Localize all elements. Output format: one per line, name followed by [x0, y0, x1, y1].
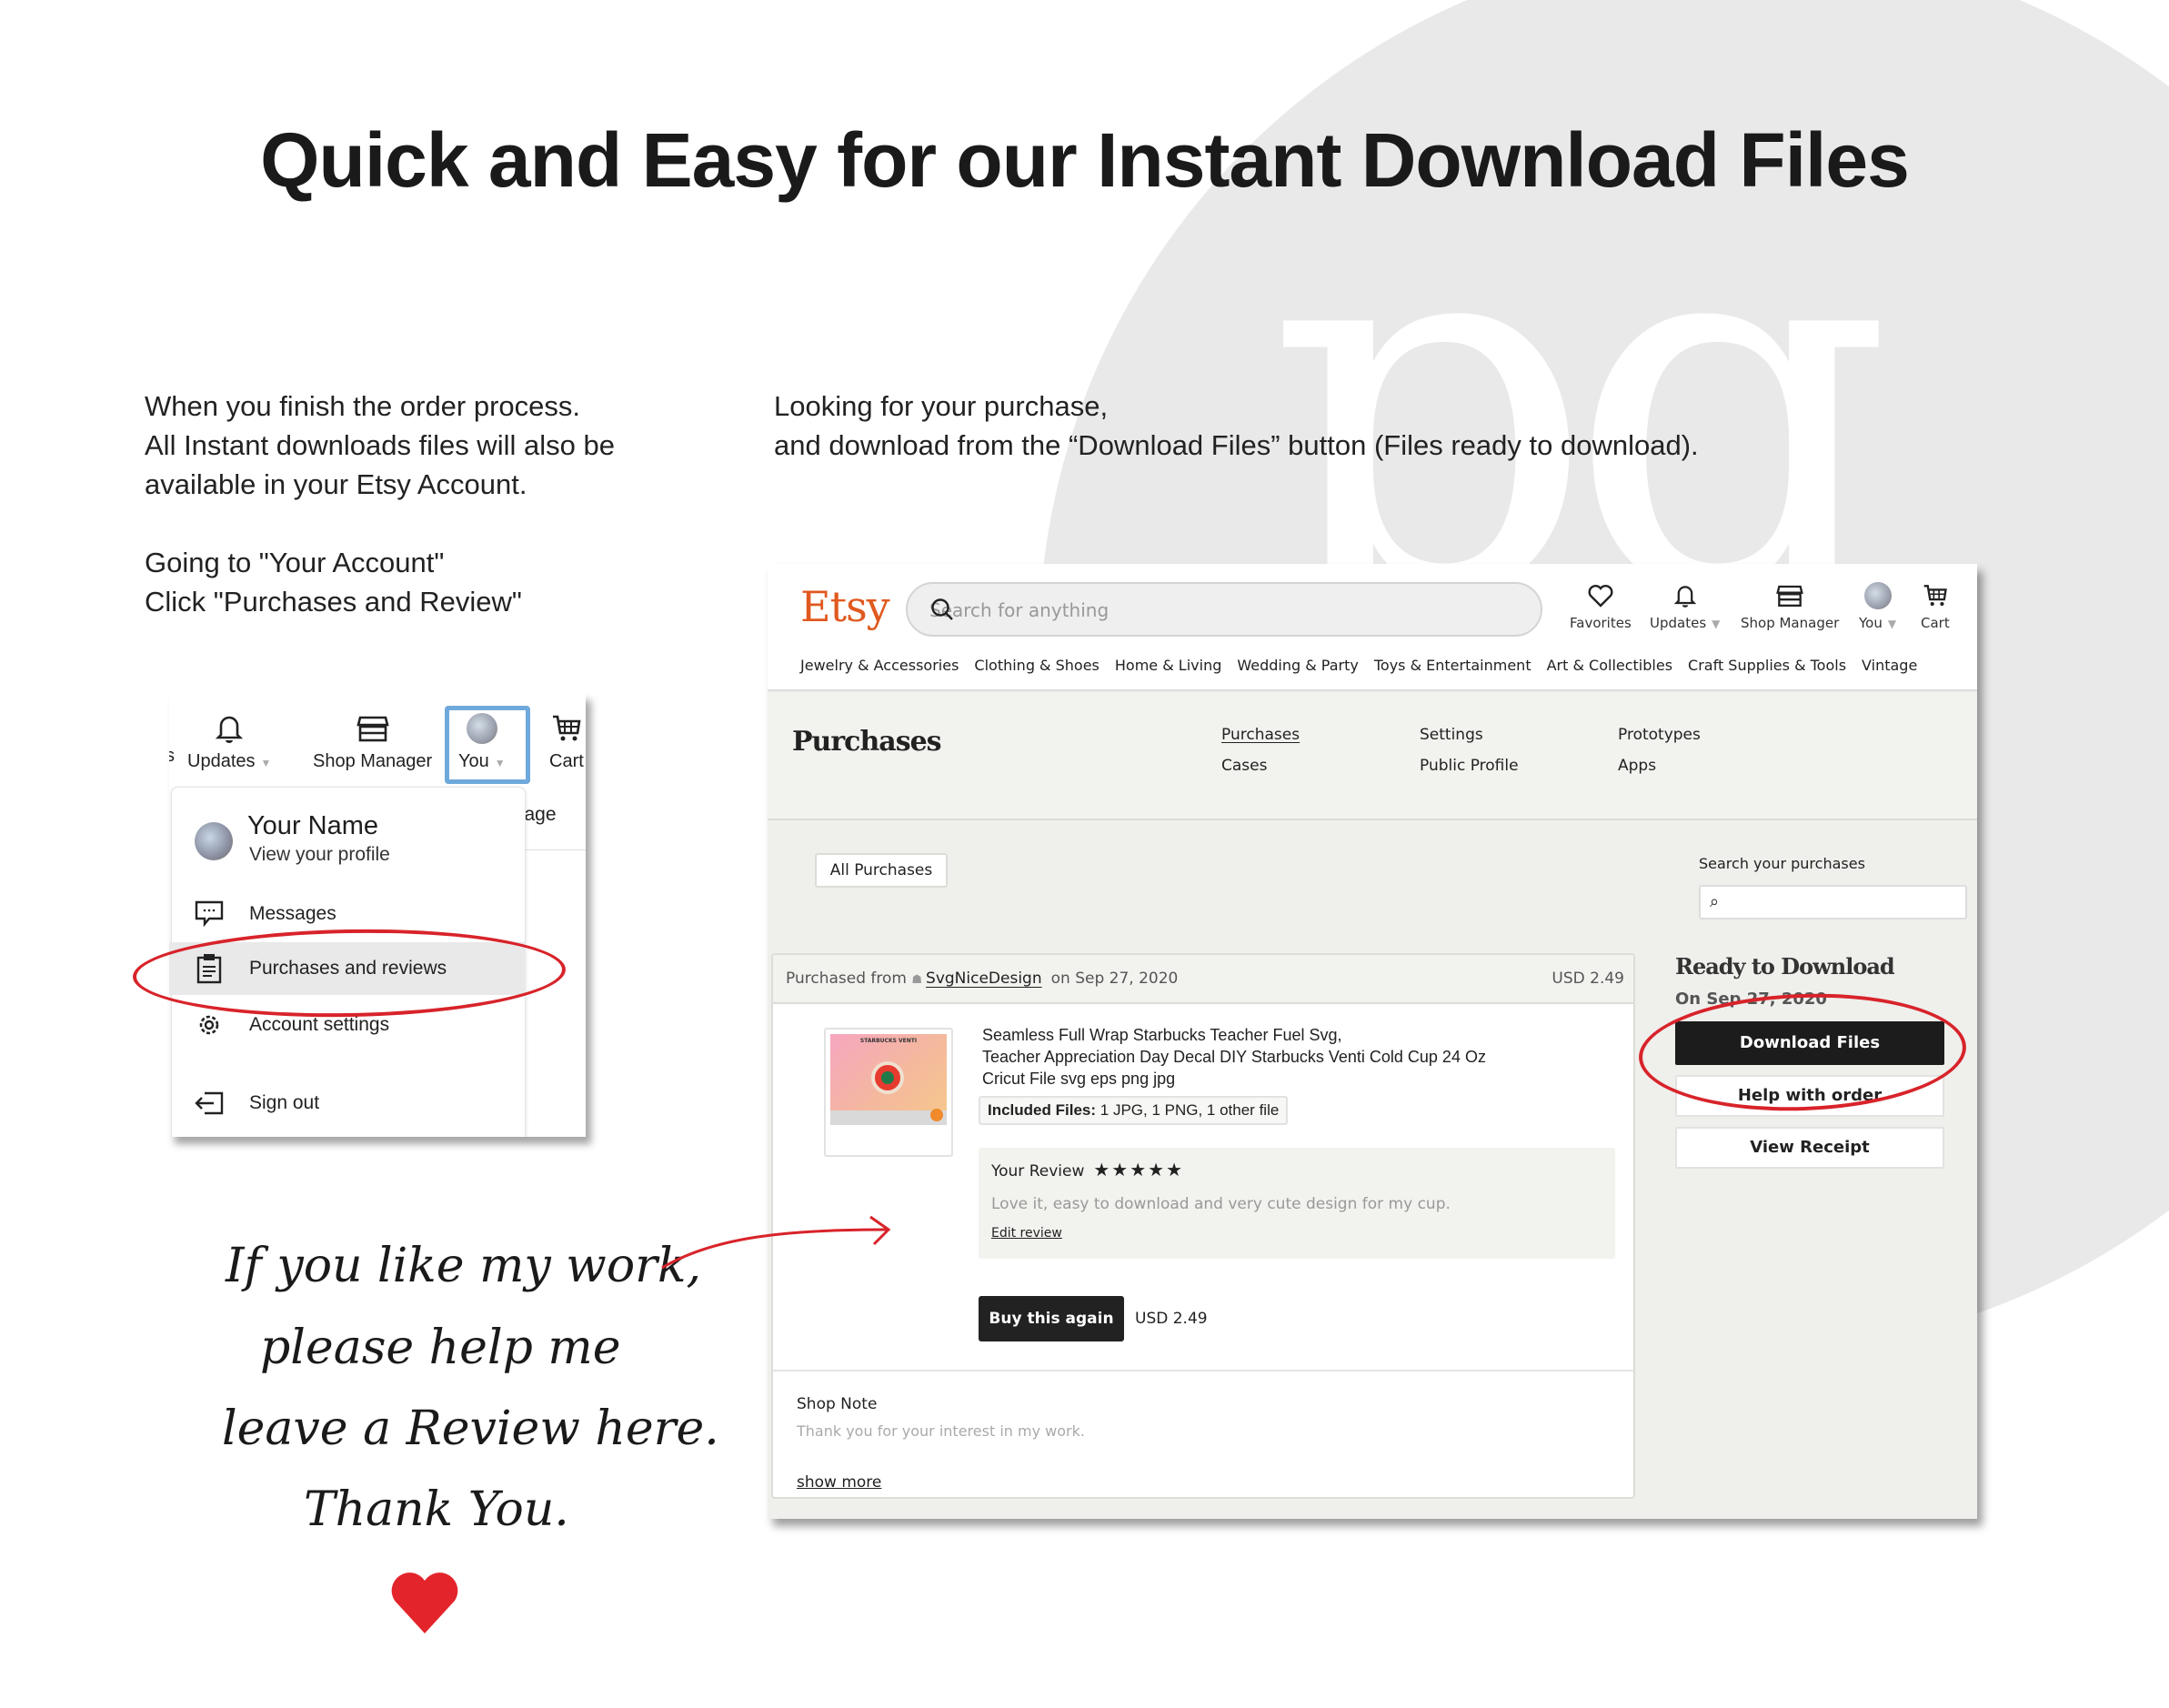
search-input[interactable]: Search for anything	[906, 582, 1542, 637]
product-thumbnail[interactable]: STARBUCKS VENTI	[824, 1028, 953, 1157]
starbucks-logo-graphic	[871, 1061, 904, 1094]
nav-you[interactable]: You ▼	[1859, 580, 1896, 631]
nav-shop-manager[interactable]: Shop Manager	[313, 709, 432, 772]
star-rating: ★★★★★	[1093, 1159, 1185, 1181]
cart-icon	[1923, 580, 1948, 611]
avatar	[1863, 580, 1892, 611]
etsy-logo[interactable]: Etsy	[800, 582, 890, 631]
shop-icon	[356, 709, 389, 748]
sublink-public-profile[interactable]: Public Profile	[1420, 757, 1519, 775]
shop-note-title: Shop Note	[797, 1395, 878, 1413]
search-purchases-input[interactable]: ⌕	[1699, 885, 1967, 919]
sublink-cases[interactable]: Cases	[1221, 757, 1267, 775]
etsy-header: Etsy Search for anything Favorites Updat…	[768, 564, 1977, 691]
intro-right: Looking for your purchase, and download …	[774, 390, 1699, 461]
sublink-apps[interactable]: Apps	[1618, 757, 1656, 775]
nav-favorites[interactable]: Favorites	[1570, 580, 1632, 631]
menu-item-sign-out[interactable]: Sign out	[169, 1077, 526, 1130]
review-text: Love it, easy to download and very cute …	[991, 1195, 1451, 1213]
shop-icon	[1776, 580, 1803, 611]
intro-paragraph-1: When you finish the order process. All I…	[145, 390, 615, 500]
account-dropdown-screenshot: s Updates ▼ Shop Manager You ▼ Cart itage	[169, 693, 586, 1137]
intro-paragraph-2: Going to "Your Account" Click "Purchases…	[145, 547, 522, 618]
category-link[interactable]: Toys & Entertainment	[1374, 657, 1531, 674]
category-link[interactable]: Jewelry & Accessories	[800, 657, 959, 674]
sublink-settings[interactable]: Settings	[1420, 726, 1483, 744]
category-link[interactable]: Wedding & Party	[1237, 657, 1358, 674]
view-receipt-button[interactable]: View Receipt	[1675, 1127, 1944, 1169]
shop-note-text: Thank you for your interest in my work.	[797, 1422, 1085, 1440]
heart-outline-icon	[1588, 580, 1613, 611]
ready-to-download-heading: Ready to Download	[1675, 953, 1895, 980]
nav-updates[interactable]: Updates ▼	[1650, 580, 1720, 631]
profile-avatar[interactable]	[195, 822, 233, 860]
divider	[773, 1370, 1633, 1371]
bell-icon	[216, 709, 244, 748]
order-price: USD 2.49	[1551, 970, 1624, 988]
buy-again-price: USD 2.49	[1135, 1310, 1208, 1328]
sublink-purchases[interactable]: Purchases	[1221, 726, 1300, 744]
show-more-link[interactable]: show more	[797, 1473, 881, 1492]
annotation-arrow-icon	[661, 1215, 891, 1270]
gear-icon	[169, 1011, 249, 1039]
category-link[interactable]: Home & Living	[1115, 657, 1221, 674]
product-image: STARBUCKS VENTI	[830, 1034, 947, 1125]
intro-left: When you finish the order process. All I…	[145, 387, 727, 621]
profile-name[interactable]: Your Name	[247, 811, 378, 841]
handwritten-line-3: leave a Review here.	[222, 1402, 719, 1456]
caret-down-icon: ▼	[1712, 618, 1721, 630]
caret-down-icon: ▼	[1887, 618, 1897, 630]
buy-again-button[interactable]: Buy this again	[979, 1296, 1124, 1341]
order-card-header: Purchased from ☗ SvgNiceDesign on Sep 27, …	[773, 955, 1633, 1004]
all-purchases-filter[interactable]: All Purchases	[815, 853, 948, 888]
search-icon: ⌕	[1710, 892, 1720, 911]
nav-updates[interactable]: Updates ▼	[187, 709, 271, 772]
account-subheader: Purchases Purchases Cases Settings Publi…	[768, 693, 1977, 820]
product-title[interactable]: Seamless Full Wrap Starbucks Teacher Fue…	[982, 1024, 1601, 1090]
handwritten-line-1: If you like my work,	[226, 1239, 702, 1293]
sublink-prototypes[interactable]: Prototypes	[1618, 726, 1701, 744]
category-link[interactable]: Craft Supplies & Tools	[1688, 657, 1846, 674]
message-icon	[169, 900, 249, 928]
heart-icon	[391, 1572, 458, 1633]
caret-down-icon: ▼	[260, 757, 272, 769]
dropdown-header-nav: s Updates ▼ Shop Manager You ▼ Cart	[169, 693, 586, 784]
view-profile-link[interactable]: View your profile	[249, 844, 390, 866]
nav-shop-manager[interactable]: Shop Manager	[1741, 580, 1839, 631]
category-link[interactable]: Art & Collectibles	[1547, 657, 1672, 674]
included-files: Included Files: 1 JPG, 1 PNG, 1 other fi…	[979, 1096, 1289, 1125]
purchases-heading: Purchases	[792, 726, 942, 758]
edit-review-link[interactable]: Edit review	[991, 1226, 1062, 1241]
review-box: Your Review ★★★★★ Love it, easy to downlo…	[979, 1148, 1615, 1259]
page-title: Quick and Easy for our Instant Download …	[260, 117, 1910, 203]
category-nav: Jewelry & Accessories Clothing & Shoes H…	[800, 657, 1917, 674]
category-link[interactable]: Vintage	[1862, 657, 1917, 674]
shop-name-link[interactable]: SvgNiceDesign	[926, 970, 1042, 988]
sign-out-icon	[169, 1090, 249, 1116]
nav-cart[interactable]: Cart	[549, 709, 584, 772]
nav-cart[interactable]: Cart	[1921, 580, 1950, 631]
nav-partial-favorites[interactable]: s	[169, 746, 175, 767]
cart-icon	[551, 709, 582, 748]
handwritten-line-2: please help me	[260, 1321, 621, 1375]
handwritten-line-4: Thank You.	[304, 1482, 569, 1537]
bell-icon	[1673, 580, 1696, 611]
search-purchases-label: Search your purchases	[1699, 855, 1865, 872]
category-link[interactable]: Clothing & Shoes	[974, 657, 1099, 674]
you-highlight-box	[445, 706, 530, 784]
search-icon[interactable]	[929, 597, 1519, 627]
shop-icon: ☗	[911, 973, 923, 987]
order-card: Purchased from ☗ SvgNiceDesign on Sep 27, …	[771, 953, 1635, 1499]
